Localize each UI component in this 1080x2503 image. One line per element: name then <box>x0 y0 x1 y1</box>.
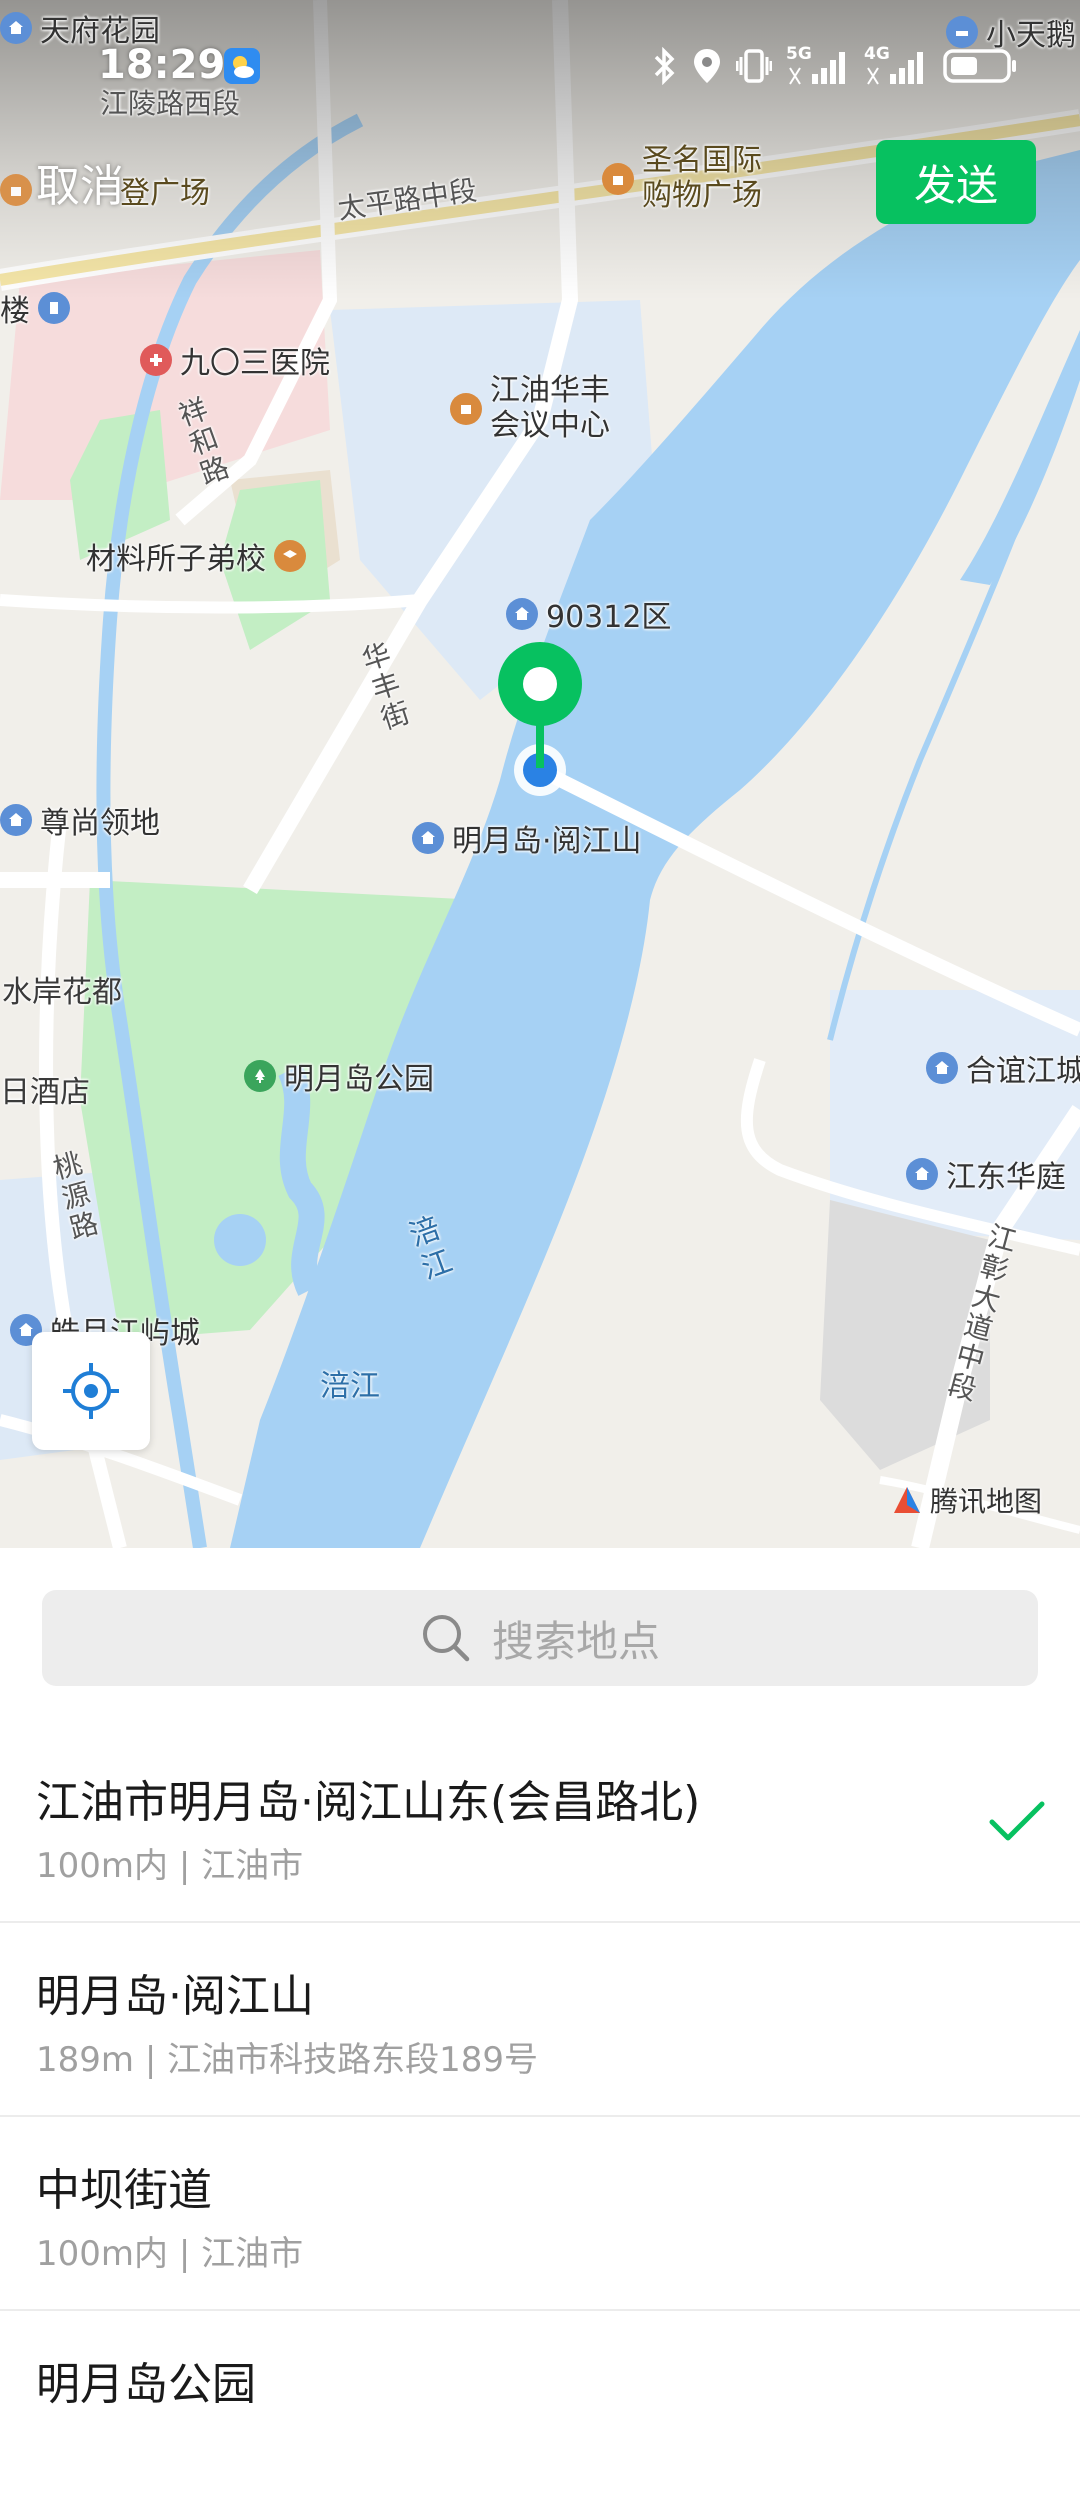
search-icon <box>422 1615 470 1662</box>
map-poi-zunshang[interactable]: 尊尚领地 <box>0 798 160 842</box>
map-poi-jiangdong[interactable]: 江东华庭 <box>906 1152 1066 1196</box>
weather-icon <box>224 48 260 84</box>
result-title: 明月岛·阅江山 <box>36 1971 314 2022</box>
map-poi-label: 江东华庭 <box>946 1160 1066 1195</box>
map-poi-label: 明月岛·阅江山 <box>452 824 642 859</box>
map-poi-label: 明月岛公园 <box>284 1062 434 1097</box>
river-label: 涪江 <box>320 1369 380 1404</box>
cancel-button[interactable]: 取消 <box>36 150 124 214</box>
tencent-map-logo: 腾讯地图 <box>890 1480 1042 1520</box>
location-result-item[interactable]: 明月岛·阅江山 189m | 江油市科技路东段189号 <box>0 1922 1080 2117</box>
map-poi-label: 登广场 <box>120 176 210 211</box>
tencent-map-label: 腾讯地图 <box>930 1485 1043 1518</box>
signal-5g-icon: 5G <box>786 44 850 86</box>
house-icon <box>412 822 444 854</box>
result-subtitle: 100m内 | 江油市 <box>36 2234 304 2274</box>
map-poi-huafeng[interactable]: 江油华丰 会议中心 <box>450 373 610 443</box>
location-list-sheet: 搜索地点 江油市明月岛·阅江山东(会昌路北) 100m内 | 江油市 明月岛·阅… <box>0 1548 1080 2412</box>
map-poi-label: 尊尚领地 <box>40 806 160 841</box>
location-result-item[interactable]: 江油市明月岛·阅江山东(会昌路北) 100m内 | 江油市 <box>0 1728 1080 1923</box>
result-title: 江油市明月岛·阅江山东(会昌路北) <box>36 1777 701 1828</box>
map-poi-90312[interactable]: 90312区 <box>506 592 671 636</box>
map-poi-shengming[interactable]: 圣名国际 购物广场 <box>602 143 762 213</box>
map-poi-park[interactable]: 明月岛公园 <box>244 1054 434 1098</box>
tencent-map-icon <box>894 1487 920 1513</box>
shopping-icon <box>602 162 634 195</box>
map-poi-label: 会议中心 <box>490 407 610 443</box>
search-input[interactable]: 搜索地点 <box>42 1590 1038 1686</box>
shopping-icon <box>0 174 32 206</box>
vibrate-icon <box>736 49 772 83</box>
location-marker[interactable] <box>496 640 586 800</box>
map-area-label: 日酒店 <box>0 1075 90 1110</box>
map-poi-label: 合谊江城 <box>966 1054 1080 1089</box>
result-subtitle: 100m内 | 江油市 <box>36 1846 304 1886</box>
map-poi-label: 90312区 <box>546 600 672 635</box>
bluetooth-icon <box>654 47 675 85</box>
result-subtitle: 189m | 江油市科技路东段189号 <box>36 2040 538 2080</box>
map-poi-label: 圣名国际 <box>642 143 762 178</box>
house-icon <box>926 1052 958 1084</box>
battery-icon <box>943 49 1016 83</box>
school-icon <box>274 540 306 572</box>
map-poi-label: 购物广场 <box>642 177 762 213</box>
house-icon <box>0 804 32 836</box>
map-poi-heyi[interactable]: 合谊江城 <box>926 1046 1080 1090</box>
status-time: 18:29 <box>98 42 226 88</box>
map-poi-lou[interactable]: 楼 <box>0 286 70 330</box>
location-icon <box>694 49 720 83</box>
location-result-item[interactable]: 明月岛公园 <box>0 2310 1080 2503</box>
map-poi-label: 材料所子弟校 <box>86 542 266 577</box>
search-placeholder: 搜索地点 <box>491 1616 660 1666</box>
map-area-label: 水岸花都 <box>2 975 122 1010</box>
map-poi-label: 九〇三医院 <box>180 346 330 381</box>
locate-me-button[interactable] <box>32 1332 150 1450</box>
result-title: 中坝街道 <box>36 2165 212 2216</box>
map-poi-label: 江油华丰 <box>490 373 610 408</box>
crosshair-icon <box>63 1363 119 1419</box>
house-icon <box>506 598 538 630</box>
map-poi-hospital[interactable]: 九〇三医院 <box>140 338 330 382</box>
map-poi-label: 楼 <box>0 294 30 329</box>
checkmark-icon <box>989 1801 1045 1841</box>
status-icons: 5G 4G <box>652 44 1018 86</box>
signal-4g-icon: 4G <box>864 44 928 86</box>
map-poi-cailiao[interactable]: 材料所子弟校 <box>86 534 306 578</box>
map-poi-mingyuedao-yuejiangshan[interactable]: 明月岛·阅江山 <box>412 816 642 860</box>
result-title: 明月岛公园 <box>36 2359 256 2410</box>
send-button[interactable]: 发送 <box>876 140 1036 224</box>
tree-icon <box>244 1060 276 1092</box>
convention-center-icon <box>450 392 482 425</box>
map-view[interactable]: 天府花园 小天鹅 江陵路西段 登广场 圣名国际 购物广场 太平路中段 楼 九〇三… <box>0 0 1080 1548</box>
hospital-icon <box>140 344 172 376</box>
house-icon <box>906 1158 938 1190</box>
building-icon <box>38 292 70 324</box>
status-bar: 18:29 5G 4G <box>0 0 1080 130</box>
location-result-item[interactable]: 中坝街道 100m内 | 江油市 <box>0 2116 1080 2311</box>
